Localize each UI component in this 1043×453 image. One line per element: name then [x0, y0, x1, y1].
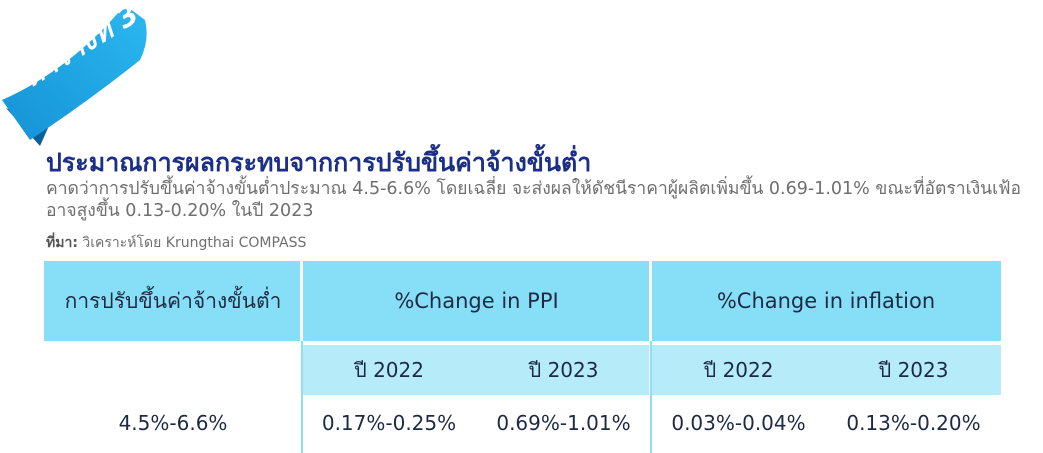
subheader-inflation-2022: ปี 2022: [651, 345, 826, 395]
source-note: ที่มา: วิเคราะห์โดย Krungthai COMPASS: [46, 232, 306, 254]
source-label: ที่มา:: [46, 235, 78, 251]
cell-ppi-2022: 0.17%-0.25%: [302, 395, 476, 451]
divider: [650, 341, 652, 453]
header-inflation: %Change in inflation: [651, 261, 1001, 341]
divider: [301, 341, 303, 453]
subheader-ppi-2023: ปี 2023: [476, 345, 651, 395]
page-title: ประมาณการผลกระทบจากการปรับขึ้นค่าจ้างขั้…: [46, 148, 592, 177]
table-badge: ตารางที่ 3: [0, 0, 160, 150]
cell-inflation-2022: 0.03%-0.04%: [651, 395, 826, 451]
header-wage-adjustment: การปรับขึ้นค่าจ้างขั้นต่ำ: [44, 261, 302, 341]
impact-table: การปรับขึ้นค่าจ้างขั้นต่ำ %Change in PPI…: [44, 261, 1001, 453]
source-text: วิเคราะห์โดย Krungthai COMPASS: [77, 235, 307, 251]
cell-wage-range: 4.5%-6.6%: [44, 395, 302, 451]
subheader-ppi-2022: ปี 2022: [302, 345, 476, 395]
subheader-inflation-2023: ปี 2023: [826, 345, 1001, 395]
page-subtitle: คาดว่าการปรับขึ้นค่าจ้างขั้นต่ำประมาณ 4.…: [46, 179, 1021, 221]
cell-inflation-2023: 0.13%-0.20%: [826, 395, 1001, 451]
cell-ppi-2023: 0.69%-1.01%: [476, 395, 651, 451]
header-ppi: %Change in PPI: [302, 261, 651, 341]
